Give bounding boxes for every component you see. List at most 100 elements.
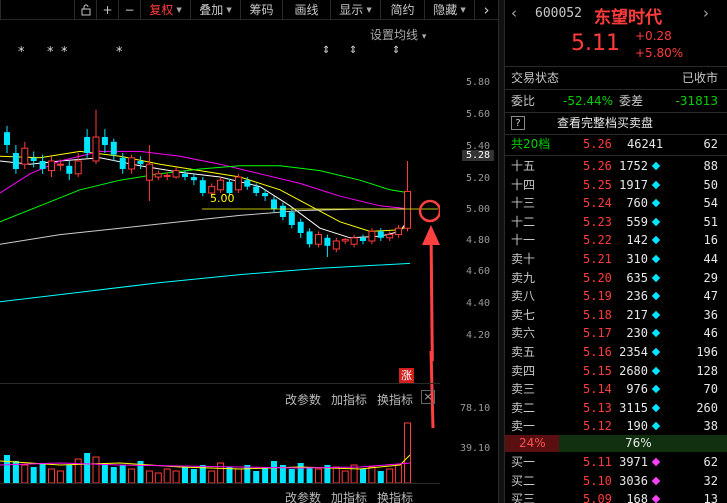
volume-bar <box>128 468 136 483</box>
volume-bar <box>110 467 117 483</box>
ask-level-row[interactable]: 卖五 5.16 2354 196 <box>505 343 727 362</box>
trade-status-value: 已收市 <box>681 71 718 85</box>
level-price: 5.09 <box>583 492 612 503</box>
level-volume: 2354 <box>619 345 648 359</box>
ask-level-row[interactable]: 卖七 5.18 217 36 <box>505 306 727 325</box>
volume-bar <box>163 468 171 483</box>
level-count: 88 <box>703 159 718 173</box>
volume-bar <box>101 463 108 483</box>
price-axis-tick: 4.20 <box>466 330 491 341</box>
price-axis-tick: 4.40 <box>466 298 491 309</box>
ask-level-row[interactable]: 卖八 5.19 236 47 <box>505 287 727 306</box>
quote-panel: ‹ 600052 东望时代 › 5.11 +0.28 +5.80% 交易状态 已… <box>504 0 727 503</box>
candle-body <box>288 212 295 225</box>
ask-level-row[interactable]: 十一 5.22 142 16 <box>505 231 727 250</box>
draw-line-button[interactable]: 画线 <box>282 0 330 20</box>
simple-mode-button[interactable]: 简约 <box>380 0 424 20</box>
order-marker-icon <box>651 217 661 227</box>
price-axis-tick: 5.00 <box>466 204 491 215</box>
swap-indicator-button[interactable]: 换指标 <box>377 489 413 503</box>
candles <box>4 109 411 257</box>
volume-axis-tick: 78.10 <box>460 403 491 414</box>
kline-chart[interactable]: 设置均线 ▾ * * * * ⇕ ⇕ ⇕ 5.80 5.60 5.40 5.20… <box>0 21 498 503</box>
hide-dropdown[interactable]: 隐藏 ▼ <box>424 0 474 20</box>
candle-body <box>119 157 126 169</box>
order-marker-icon <box>651 476 661 485</box>
volume-average-lines <box>0 454 411 470</box>
toolbar-lock-button[interactable] <box>74 0 96 20</box>
zoom-in-button[interactable]: + <box>96 0 118 20</box>
ask-level-row[interactable]: 卖三 5.14 976 70 <box>505 380 727 399</box>
candle-body <box>279 205 286 217</box>
order-marker-icon <box>651 494 661 503</box>
chevron-right-icon[interactable]: › <box>474 0 498 20</box>
ma120-line <box>0 262 411 303</box>
level-label: 卖四 <box>511 363 536 378</box>
volume-bar <box>253 471 260 483</box>
candle-body <box>182 173 188 177</box>
ma-reference-label: 5.00 <box>210 192 235 205</box>
annotation-arrow-shaft <box>429 228 434 361</box>
candle-body <box>368 230 376 242</box>
add-indicator-button[interactable]: 加指标 <box>331 489 367 503</box>
bid-level-row[interactable]: 买三 5.09 168 13 <box>505 490 727 503</box>
volume-bar <box>154 472 162 483</box>
chip-distribution-button[interactable]: 筹码 <box>240 0 282 20</box>
ask-level-row[interactable]: 卖六 5.17 230 46 <box>505 324 727 343</box>
display-dropdown[interactable]: 显示 ▼ <box>330 0 380 20</box>
ask-level-row[interactable]: 十三 5.24 760 54 <box>505 194 727 213</box>
ask-level-row[interactable]: 卖二 5.13 3115 260 <box>505 399 727 418</box>
order-marker-icon <box>651 198 661 208</box>
chevron-down-icon: ▼ <box>226 6 232 14</box>
price-axis-tick: 5.20 <box>466 173 491 184</box>
candle-body <box>74 160 82 175</box>
level-label: 卖三 <box>511 382 536 397</box>
chevron-left-icon[interactable]: ‹ <box>511 4 517 22</box>
volume-bar <box>368 466 376 483</box>
volume-bar <box>56 470 64 483</box>
lock-icon <box>81 4 90 16</box>
candle-body <box>48 160 55 172</box>
edit-params-button[interactable]: 改参数 <box>285 489 321 503</box>
total-levels-row: 共20档 5.26 46241 62 <box>511 137 718 151</box>
ask-level-row[interactable]: 十四 5.25 1917 50 <box>505 176 727 195</box>
ask-level-row[interactable]: 十二 5.23 559 51 <box>505 213 727 232</box>
bid-level-row[interactable]: 买一 5.11 3971 62 <box>505 453 727 472</box>
stock-name: 东望时代 <box>594 8 662 28</box>
full-order-book-link[interactable]: ? 查看完整档买卖盘 <box>505 114 727 133</box>
candle-body <box>30 157 37 161</box>
level-count: 29 <box>703 270 718 285</box>
volume-bar <box>48 468 55 483</box>
candle-body <box>404 190 411 229</box>
volume-bar <box>341 470 349 483</box>
price-axis-tick: 5.60 <box>466 109 491 120</box>
volume-bar <box>350 464 358 483</box>
ask-level-row[interactable]: 卖一 5.12 190 38 <box>505 417 727 436</box>
close-icon[interactable]: × <box>421 390 435 404</box>
order-marker-icon <box>651 329 661 338</box>
chevron-right-icon[interactable]: › <box>703 4 709 22</box>
volume-bars <box>4 422 411 483</box>
candle-body <box>4 132 10 145</box>
ask-level-row[interactable]: 卖四 5.15 2680 128 <box>505 362 727 381</box>
adjust-price-dropdown[interactable]: 复权 ▼ <box>140 0 190 20</box>
ask-level-row[interactable]: 卖九 5.20 635 29 <box>505 269 727 288</box>
candle-body <box>172 170 180 178</box>
limit-up-badge: 涨 <box>399 368 414 383</box>
zoom-out-button[interactable]: − <box>118 0 140 20</box>
ask-level-row[interactable]: 十五 5.26 1752 88 <box>505 157 727 176</box>
volume-bar <box>395 464 403 483</box>
overlay-dropdown[interactable]: 叠加 ▼ <box>190 0 240 20</box>
divider <box>505 112 727 113</box>
ask-level-row[interactable]: 卖十 5.21 310 44 <box>505 250 727 269</box>
candle-body <box>84 137 91 153</box>
level-count: 38 <box>703 419 718 434</box>
level-count: 51 <box>703 214 718 229</box>
order-diff-value: -31813 <box>675 94 718 108</box>
level-volume: 230 <box>626 326 648 341</box>
level-volume: 310 <box>626 252 648 266</box>
level-count: 50 <box>703 177 718 192</box>
minus-icon: − <box>124 3 135 17</box>
level-volume: 976 <box>626 382 648 397</box>
bid-level-row[interactable]: 买二 5.10 3036 32 <box>505 472 727 491</box>
